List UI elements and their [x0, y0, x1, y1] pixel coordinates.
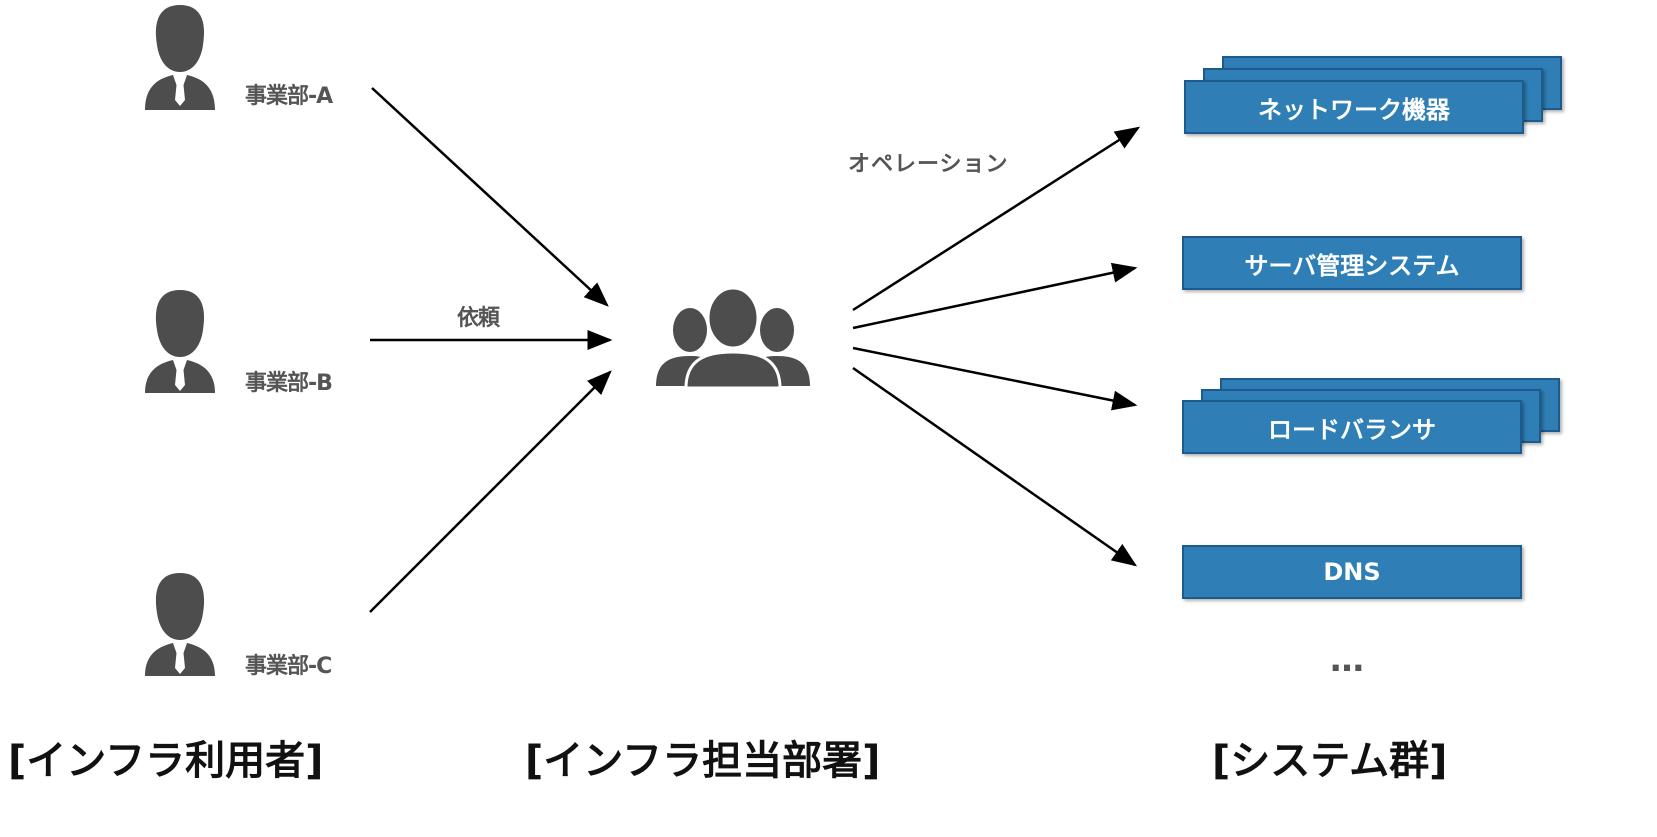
caption-users: [インフラ利用者] — [8, 738, 324, 784]
person-icon — [145, 290, 215, 393]
caption-systems: [システム群] — [1212, 738, 1448, 784]
ellipsis: … — [1330, 640, 1364, 680]
system-server: サーバ管理システム — [1182, 236, 1522, 290]
system-dns: DNS — [1182, 545, 1522, 599]
system-load-balancer: ロードバランサ — [1182, 400, 1522, 454]
user-label-b: 事業部-B — [245, 371, 333, 396]
user-label-c: 事業部-C — [245, 654, 332, 679]
operation-label: オペレーション — [848, 152, 1009, 177]
group-icon — [656, 286, 810, 390]
person-icon — [145, 573, 215, 676]
user-label-a: 事業部-A — [245, 84, 333, 109]
system-network: ネットワーク機器 — [1184, 80, 1524, 134]
arrow-to-server — [852, 262, 1138, 330]
arrow-c-to-team — [369, 370, 612, 613]
arrow-a-to-team — [371, 87, 609, 307]
request-label: 依頼 — [457, 306, 500, 331]
caption-team: [インフラ担当部署] — [525, 738, 881, 784]
person-icon — [145, 5, 215, 110]
